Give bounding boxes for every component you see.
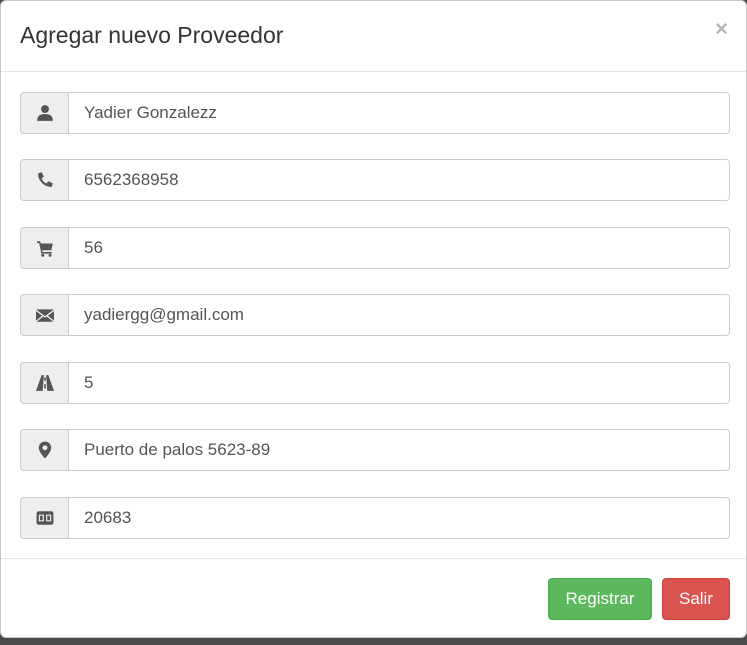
exit-button[interactable]: Salir [662, 578, 730, 620]
postal-code-field[interactable] [68, 497, 730, 539]
email-input-group [20, 294, 730, 336]
phone-field[interactable] [68, 159, 730, 201]
address-input-group [20, 429, 730, 471]
add-provider-modal: Agregar nuevo Proveedor × Yadier Gonzale… [0, 0, 747, 638]
phone-input-group [20, 159, 730, 201]
address-field[interactable] [68, 429, 730, 471]
email-field[interactable] [68, 294, 730, 336]
postal-code-input-group [20, 497, 730, 539]
cart-icon [20, 227, 68, 269]
phone-icon [20, 159, 68, 201]
road-icon [20, 362, 68, 404]
cart-input-group [20, 227, 730, 269]
user-icon [20, 92, 68, 134]
modal-title: Agregar nuevo Proveedor [20, 22, 284, 48]
road-input-group [20, 362, 730, 404]
cart-field[interactable] [68, 227, 730, 269]
modal-body [1, 72, 746, 558]
subtitles-icon [20, 497, 68, 539]
road-field[interactable] [68, 362, 730, 404]
map-marker-icon [20, 429, 68, 471]
name-input-group [20, 92, 730, 134]
envelope-icon [20, 294, 68, 336]
name-field[interactable] [68, 92, 730, 134]
modal-footer: Registrar Salir [1, 558, 746, 638]
close-icon[interactable]: × [715, 18, 728, 40]
register-button[interactable]: Registrar [548, 578, 652, 620]
modal-header: Agregar nuevo Proveedor × [1, 1, 746, 72]
